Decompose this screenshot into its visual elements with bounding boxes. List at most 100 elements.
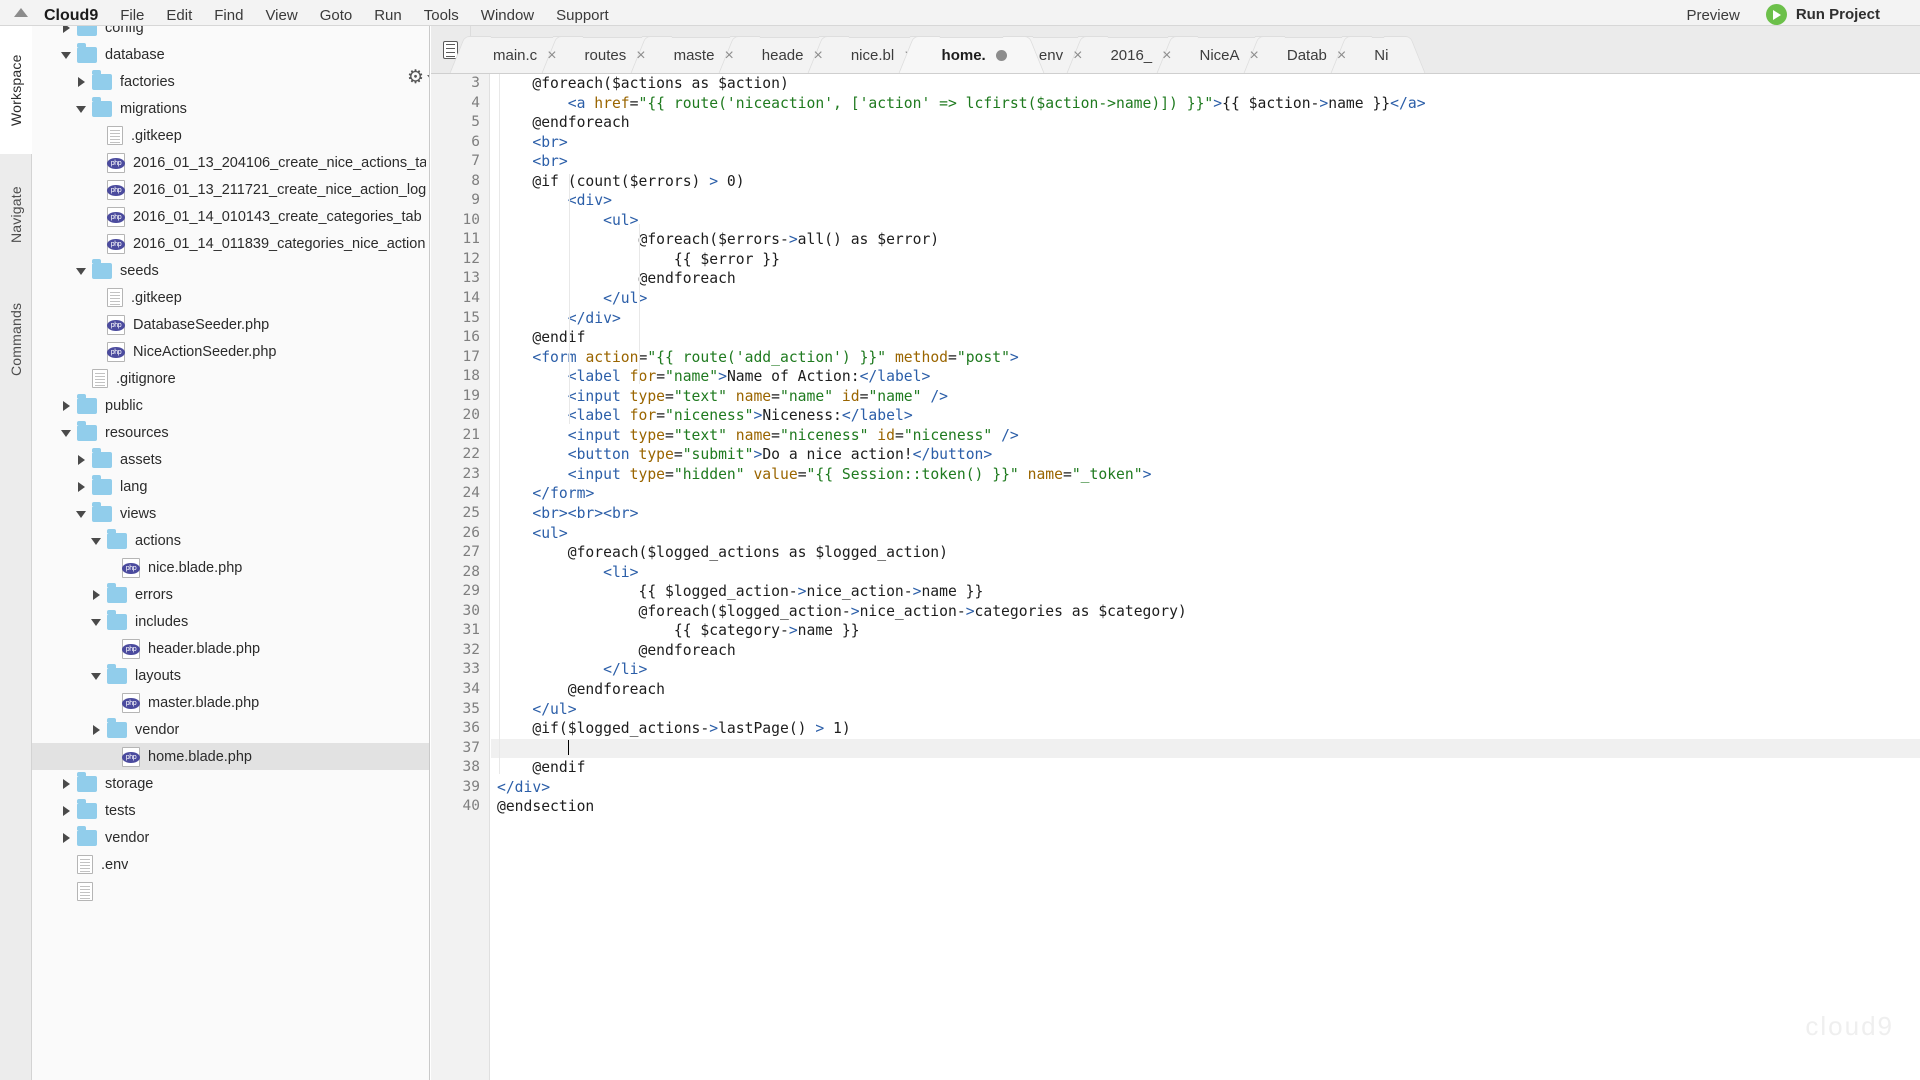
tree-folder-row[interactable]: vendor xyxy=(32,824,429,851)
chevron-down-icon[interactable] xyxy=(91,535,103,547)
tree-file-row[interactable]: DatabaseSeeder.php xyxy=(32,311,429,338)
code-line[interactable]: @endforeach xyxy=(491,269,1920,289)
tree-file-row[interactable]: .env xyxy=(32,851,429,878)
code-line[interactable]: @foreach($actions as $action) xyxy=(491,74,1920,94)
menu-item-find[interactable]: Find xyxy=(214,6,243,25)
tree-folder-row[interactable]: config xyxy=(32,26,429,41)
code-line[interactable]: @endsection xyxy=(491,797,1920,817)
menu-item-view[interactable]: View xyxy=(265,6,297,25)
code-line[interactable]: <label for="name">Name of Action:</label… xyxy=(491,367,1920,387)
tree-folder-row[interactable]: public xyxy=(32,392,429,419)
menu-item-run[interactable]: Run xyxy=(374,6,402,25)
menu-item-window[interactable]: Window xyxy=(481,6,534,25)
collapse-triangle-icon[interactable] xyxy=(14,8,28,17)
code-editor-content[interactable]: @foreach($actions as $action) <a href="{… xyxy=(491,74,1920,1080)
tree-folder-row[interactable]: assets xyxy=(32,446,429,473)
chevron-down-icon[interactable] xyxy=(91,670,103,682)
tree-file-row[interactable]: nice.blade.php xyxy=(32,554,429,581)
chevron-down-icon[interactable] xyxy=(76,508,88,520)
rail-tab-navigate[interactable]: Navigate xyxy=(0,156,32,274)
code-line[interactable]: <br> xyxy=(491,152,1920,172)
chevron-right-icon[interactable] xyxy=(76,481,88,493)
tree-settings-button[interactable]: ⚙ xyxy=(407,68,429,87)
tree-folder-row[interactable]: views xyxy=(32,500,429,527)
tree-folder-row[interactable]: includes xyxy=(32,608,429,635)
code-line[interactable]: @endforeach xyxy=(491,113,1920,133)
tree-file-row[interactable]: .gitignore xyxy=(32,365,429,392)
preview-button[interactable]: Preview xyxy=(1686,6,1739,25)
tree-file-row[interactable] xyxy=(32,878,429,905)
unsaved-changes-dot-icon[interactable] xyxy=(995,50,1007,61)
code-line[interactable]: @endif xyxy=(491,758,1920,778)
tree-folder-row[interactable]: database xyxy=(32,41,429,68)
code-line[interactable]: @if($logged_actions->lastPage() > 1) xyxy=(491,719,1920,739)
code-line[interactable]: </ul> xyxy=(491,700,1920,720)
tree-folder-row[interactable]: errors xyxy=(32,581,429,608)
close-icon[interactable]: × xyxy=(636,47,645,63)
chevron-right-icon[interactable] xyxy=(76,76,88,88)
tree-file-row[interactable]: .gitkeep xyxy=(32,284,429,311)
code-line[interactable]: @foreach($errors->all() as $error) xyxy=(491,230,1920,250)
chevron-right-icon[interactable] xyxy=(76,454,88,466)
code-line[interactable]: @endforeach xyxy=(491,641,1920,661)
chevron-right-icon[interactable] xyxy=(91,589,103,601)
editor-tab[interactable]: Ni xyxy=(1352,37,1405,73)
code-line[interactable]: <a href="{{ route('niceaction', ['action… xyxy=(491,94,1920,114)
code-line[interactable]: {{ $error }} xyxy=(491,250,1920,270)
tree-file-row[interactable]: header.blade.php xyxy=(32,635,429,662)
tree-folder-row[interactable]: vendor xyxy=(32,716,429,743)
code-line[interactable]: {{ $category->name }} xyxy=(491,621,1920,641)
chevron-right-icon[interactable] xyxy=(61,400,73,412)
file-tree-pane[interactable]: config database factories migrations .gitkee… xyxy=(32,26,430,1080)
editor-tab[interactable]: home. xyxy=(919,37,1023,73)
code-line[interactable]: @if (count($errors) > 0) xyxy=(491,172,1920,192)
code-line[interactable]: @endforeach xyxy=(491,680,1920,700)
rail-tab-commands[interactable]: Commands xyxy=(0,276,32,402)
chevron-down-icon[interactable] xyxy=(91,616,103,628)
close-icon[interactable]: × xyxy=(724,47,733,63)
code-line[interactable]: @foreach($logged_action->nice_action->ca… xyxy=(491,602,1920,622)
rail-tab-workspace[interactable]: Workspace xyxy=(0,26,32,154)
tree-file-row[interactable]: master.blade.php xyxy=(32,689,429,716)
close-icon[interactable]: × xyxy=(1073,47,1082,63)
chevron-down-icon[interactable] xyxy=(61,49,73,61)
code-line[interactable]: <ul> xyxy=(491,211,1920,231)
menu-item-file[interactable]: File xyxy=(120,6,144,25)
code-line[interactable]: {{ $logged_action->nice_action->name }} xyxy=(491,582,1920,602)
tree-folder-row[interactable]: factories xyxy=(32,68,429,95)
chevron-down-icon[interactable] xyxy=(76,103,88,115)
chevron-right-icon[interactable] xyxy=(61,778,73,790)
code-line[interactable]: @foreach($logged_actions as $logged_acti… xyxy=(491,543,1920,563)
close-icon[interactable]: × xyxy=(1250,47,1259,63)
chevron-down-icon[interactable] xyxy=(61,427,73,439)
code-line[interactable]: </div> xyxy=(491,778,1920,798)
tree-file-row[interactable]: NiceActionSeeder.php xyxy=(32,338,429,365)
tree-file-row[interactable]: 2016_01_14_011839_categories_nice_action xyxy=(32,230,429,257)
close-icon[interactable]: × xyxy=(1162,47,1171,63)
tree-folder-row[interactable]: storage xyxy=(32,770,429,797)
run-project-button[interactable]: Run Project xyxy=(1765,4,1880,25)
code-line[interactable]: </div> xyxy=(491,309,1920,329)
code-line[interactable]: <li> xyxy=(491,563,1920,583)
tree-file-row[interactable]: home.blade.php xyxy=(32,743,429,770)
code-line[interactable]: <input type="text" name="name" id="name"… xyxy=(491,387,1920,407)
chevron-right-icon[interactable] xyxy=(61,26,73,34)
tree-folder-row[interactable]: migrations xyxy=(32,95,429,122)
menu-item-edit[interactable]: Edit xyxy=(166,6,192,25)
code-line[interactable]: <button type="submit">Do a nice action!<… xyxy=(491,445,1920,465)
tree-folder-row[interactable]: layouts xyxy=(32,662,429,689)
tree-file-row[interactable]: 2016_01_14_010143_create_categories_tab xyxy=(32,203,429,230)
code-line[interactable]: <form action="{{ route('add_action') }}"… xyxy=(491,348,1920,368)
chevron-right-icon[interactable] xyxy=(91,724,103,736)
chevron-right-icon[interactable] xyxy=(61,832,73,844)
code-line[interactable]: <label for="niceness">Niceness:</label> xyxy=(491,406,1920,426)
tree-folder-row[interactable]: resources xyxy=(32,419,429,446)
code-line[interactable]: @endif xyxy=(491,328,1920,348)
chevron-right-icon[interactable] xyxy=(61,805,73,817)
code-line[interactable]: <div> xyxy=(491,191,1920,211)
code-line[interactable]: </ul> xyxy=(491,289,1920,309)
code-line[interactable] xyxy=(491,738,1920,759)
tree-file-row[interactable]: 2016_01_13_204106_create_nice_actions_ta xyxy=(32,149,429,176)
tree-folder-row[interactable]: tests xyxy=(32,797,429,824)
tree-folder-row[interactable]: seeds xyxy=(32,257,429,284)
